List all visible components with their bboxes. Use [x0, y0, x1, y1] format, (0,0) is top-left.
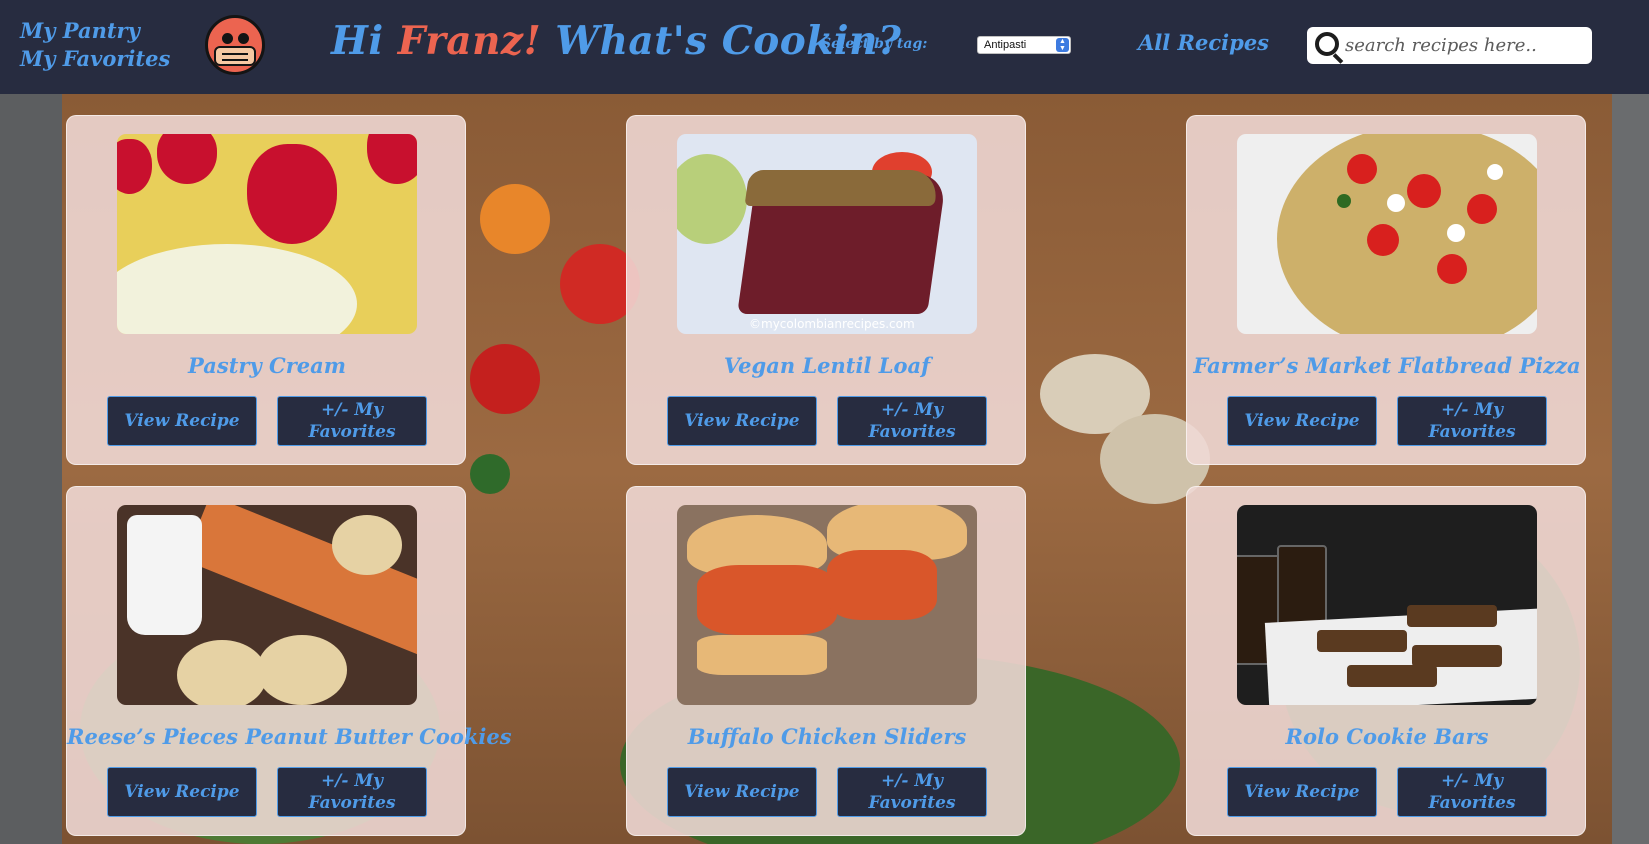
masked-face-logo-icon[interactable]: [205, 15, 265, 75]
view-recipe-button[interactable]: View Recipe: [107, 396, 257, 446]
recipe-card: Reese’s Pieces Peanut Butter Cookies Vie…: [66, 486, 512, 836]
tag-select-value: Antipasti: [984, 39, 1027, 51]
recipe-title[interactable]: Buffalo Chicken Sliders: [627, 724, 1027, 749]
recipe-photo[interactable]: ©mycolombianrecipes.com: [677, 134, 977, 334]
greeting-prefix: Hi: [331, 18, 398, 64]
recipe-card: ©mycolombianrecipes.com Vegan Lentil Loa…: [626, 115, 1026, 465]
toggle-favorite-button[interactable]: +/- My Favorites: [277, 396, 427, 446]
logo-face-mask: [214, 46, 256, 66]
view-recipe-button[interactable]: View Recipe: [667, 396, 817, 446]
view-recipe-button[interactable]: View Recipe: [107, 767, 257, 817]
recipe-card: Farmer’s Market Flatbread Pizza View Rec…: [1186, 115, 1586, 465]
toggle-favorite-button[interactable]: +/- My Favorites: [1397, 396, 1547, 446]
user-name: Franz!: [397, 18, 542, 64]
recipe-photo[interactable]: [117, 134, 417, 334]
view-recipe-button[interactable]: View Recipe: [1227, 767, 1377, 817]
recipe-title[interactable]: Vegan Lentil Loaf: [627, 353, 1027, 378]
logo-eye-right: [238, 33, 249, 44]
photo-watermark: ©mycolombianrecipes.com: [749, 317, 915, 331]
page-title: Hi Franz! What's Cookin?: [331, 18, 901, 64]
recipe-title[interactable]: Reese’s Pieces Peanut Butter Cookies: [67, 724, 512, 749]
user-links: My Pantry My Favorites: [20, 17, 170, 73]
select-arrows-icon: ▲ ▼: [1056, 38, 1069, 52]
toggle-favorite-button[interactable]: +/- My Favorites: [1397, 767, 1547, 817]
recipe-title[interactable]: Rolo Cookie Bars: [1187, 724, 1587, 749]
search-icon: [1315, 32, 1339, 56]
tag-select-label: Select by tag:: [821, 36, 928, 52]
recipe-card: Buffalo Chicken Sliders View Recipe +/- …: [626, 486, 1026, 836]
toggle-favorite-button[interactable]: +/- My Favorites: [277, 767, 427, 817]
all-recipes-link[interactable]: All Recipes: [1138, 30, 1269, 55]
top-nav-bar: My Pantry My Favorites Hi Franz! What's …: [0, 0, 1649, 94]
logo-eye-left: [222, 33, 233, 44]
search-box: [1307, 27, 1592, 64]
recipe-photo[interactable]: [1237, 505, 1537, 705]
view-recipe-button[interactable]: View Recipe: [667, 767, 817, 817]
search-input[interactable]: [1345, 32, 1585, 58]
my-pantry-link[interactable]: My Pantry: [20, 17, 170, 45]
recipe-title[interactable]: Farmer’s Market Flatbread Pizza: [1187, 353, 1587, 378]
recipe-title[interactable]: Pastry Cream: [67, 353, 467, 378]
recipe-card: Pastry Cream View Recipe +/- My Favorite…: [66, 115, 466, 465]
recipe-photo[interactable]: [1237, 134, 1537, 334]
my-favorites-link[interactable]: My Favorites: [20, 45, 170, 73]
view-recipe-button[interactable]: View Recipe: [1227, 396, 1377, 446]
recipe-photo[interactable]: [677, 505, 977, 705]
recipe-photo[interactable]: [117, 505, 417, 705]
toggle-favorite-button[interactable]: +/- My Favorites: [837, 767, 987, 817]
tag-select-dropdown[interactable]: Antipasti ▲ ▼: [977, 36, 1071, 54]
recipe-card: Rolo Cookie Bars View Recipe +/- My Favo…: [1186, 486, 1586, 836]
toggle-favorite-button[interactable]: +/- My Favorites: [837, 396, 987, 446]
